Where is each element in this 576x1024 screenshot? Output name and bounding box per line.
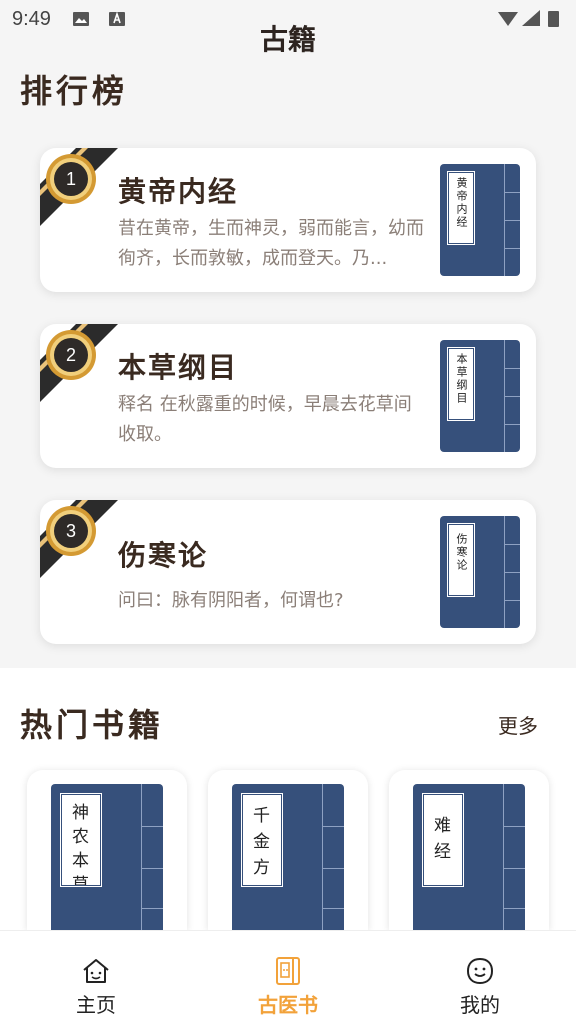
rank-card-2[interactable]: 2 本草纲目 释名 在秋露重的时候，早晨去花草间收取。 本草纲目 <box>40 324 536 468</box>
book-title: 黄帝内经 <box>118 175 239 208</box>
cover-title: 难经 <box>434 816 453 862</box>
rank-number: 3 <box>65 521 76 541</box>
more-link[interactable]: 更多 <box>498 710 538 739</box>
rank-number: 1 <box>65 169 76 189</box>
rank-card-3[interactable]: 3 伤寒论 问曰：脉有阴阳者，何谓也? 伤寒论 <box>40 500 536 644</box>
nav-item-home[interactable]: 主页 <box>0 931 192 1024</box>
ranking-title: 排行榜 <box>20 72 129 110</box>
hot-book-card-1[interactable]: 神农本草 <box>27 770 187 930</box>
book-desc: 问曰：脉有阴阳者，何谓也? <box>118 590 344 611</box>
book-cover: 神农本草 <box>51 784 163 930</box>
book-cover: 难经 <box>413 784 525 930</box>
cover-title: 黄帝内经 <box>455 177 468 229</box>
bottom-nav: 主页 古医书 我的 <box>0 930 576 1024</box>
nav-label: 古医书 <box>258 993 318 1017</box>
book-cover: 黄帝内经 <box>440 164 520 276</box>
app-title: 古籍 <box>259 23 316 56</box>
nav-item-books[interactable]: 古医书 <box>192 931 384 1024</box>
rank-number: 2 <box>65 345 76 365</box>
cover-title: 千金方 <box>253 806 272 878</box>
book-title: 本草纲目 <box>118 351 239 384</box>
nav-item-mine[interactable]: 我的 <box>384 931 576 1024</box>
hot-title: 热门书籍 <box>20 706 165 744</box>
book-icon <box>276 957 300 985</box>
book-desc: 释名 在秋露重的时候，早晨去花草间收取。 <box>118 394 412 445</box>
nav-label: 我的 <box>460 993 500 1017</box>
book-desc: 昔在黄帝，生而神灵，弱而能言，幼而徇齐，长而敦敏，成而登天。乃... <box>118 218 424 269</box>
hot-book-card-3[interactable]: 难经 <box>389 770 549 930</box>
book-cover: 伤寒论 <box>440 516 520 628</box>
rank-card-1[interactable]: 1 黄帝内经 昔在黄帝，生而神灵，弱而能言，幼而徇齐，长而敦敏，成而登天。乃..… <box>40 148 536 292</box>
hot-book-card-2[interactable]: 千金方 <box>208 770 368 930</box>
nav-label: 主页 <box>76 993 116 1017</box>
smiley-icon <box>466 957 494 985</box>
cover-title: 神农本草 <box>72 803 91 886</box>
book-cover: 本草纲目 <box>440 340 520 452</box>
book-cover: 千金方 <box>232 784 344 930</box>
cover-title: 伤寒论 <box>455 533 468 572</box>
cover-title: 本草纲目 <box>455 353 468 405</box>
book-title: 伤寒论 <box>118 539 209 572</box>
home-icon <box>83 959 109 983</box>
